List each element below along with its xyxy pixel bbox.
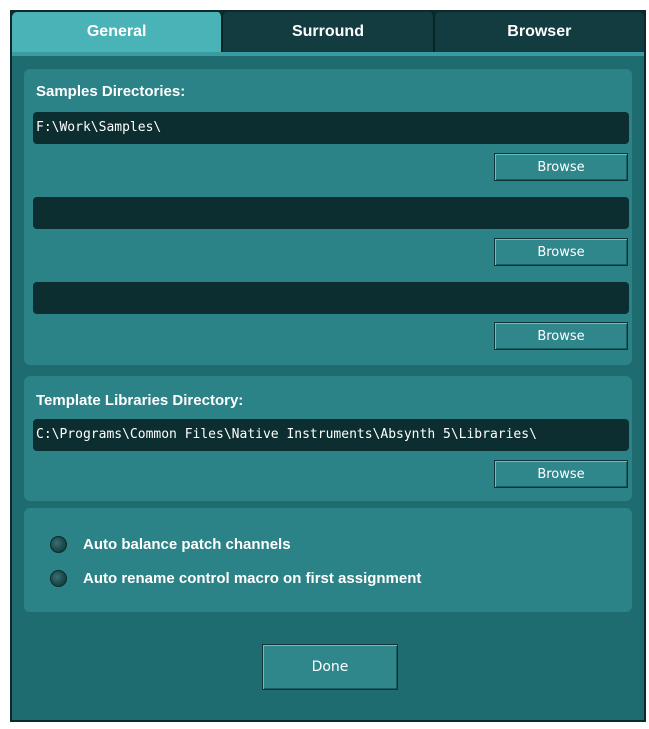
option-auto-balance[interactable]: Auto balance patch channels	[50, 536, 291, 553]
preferences-window: General Surround Browser Samples Directo…	[10, 10, 646, 722]
tab-browser[interactable]: Browser	[434, 12, 644, 52]
tab-general[interactable]: General	[12, 12, 224, 52]
auto-balance-radio[interactable]	[50, 536, 67, 553]
browse-button-1[interactable]: Browse	[494, 153, 628, 181]
browse-button-2[interactable]: Browse	[494, 238, 628, 266]
samples-directories-panel: Samples Directories: F:\Work\Samples\ Br…	[24, 69, 632, 365]
option-auto-rename[interactable]: Auto rename control macro on first assig…	[50, 570, 421, 587]
template-libraries-field[interactable]: C:\Programs\Common Files\Native Instrume…	[33, 419, 629, 451]
auto-rename-radio[interactable]	[50, 570, 67, 587]
browse-button-3[interactable]: Browse	[494, 322, 628, 350]
options-panel: Auto balance patch channels Auto rename …	[24, 508, 632, 612]
auto-rename-label: Auto rename control macro on first assig…	[83, 570, 422, 587]
template-libraries-panel: Template Libraries Directory: C:\Program…	[24, 376, 632, 501]
done-button[interactable]: Done	[262, 644, 398, 690]
tab-bar: General Surround Browser	[12, 12, 644, 54]
tab-underline	[12, 52, 644, 56]
browse-button-templates[interactable]: Browse	[494, 460, 628, 488]
samples-directories-label: Samples Directories:	[36, 83, 186, 100]
auto-balance-label: Auto balance patch channels	[83, 536, 291, 553]
samples-directory-field-2[interactable]	[33, 197, 629, 229]
samples-directory-field-3[interactable]	[33, 282, 629, 314]
template-libraries-label: Template Libraries Directory:	[36, 392, 244, 409]
tab-surround[interactable]: Surround	[223, 12, 435, 52]
samples-directory-field-1[interactable]: F:\Work\Samples\	[33, 112, 629, 144]
